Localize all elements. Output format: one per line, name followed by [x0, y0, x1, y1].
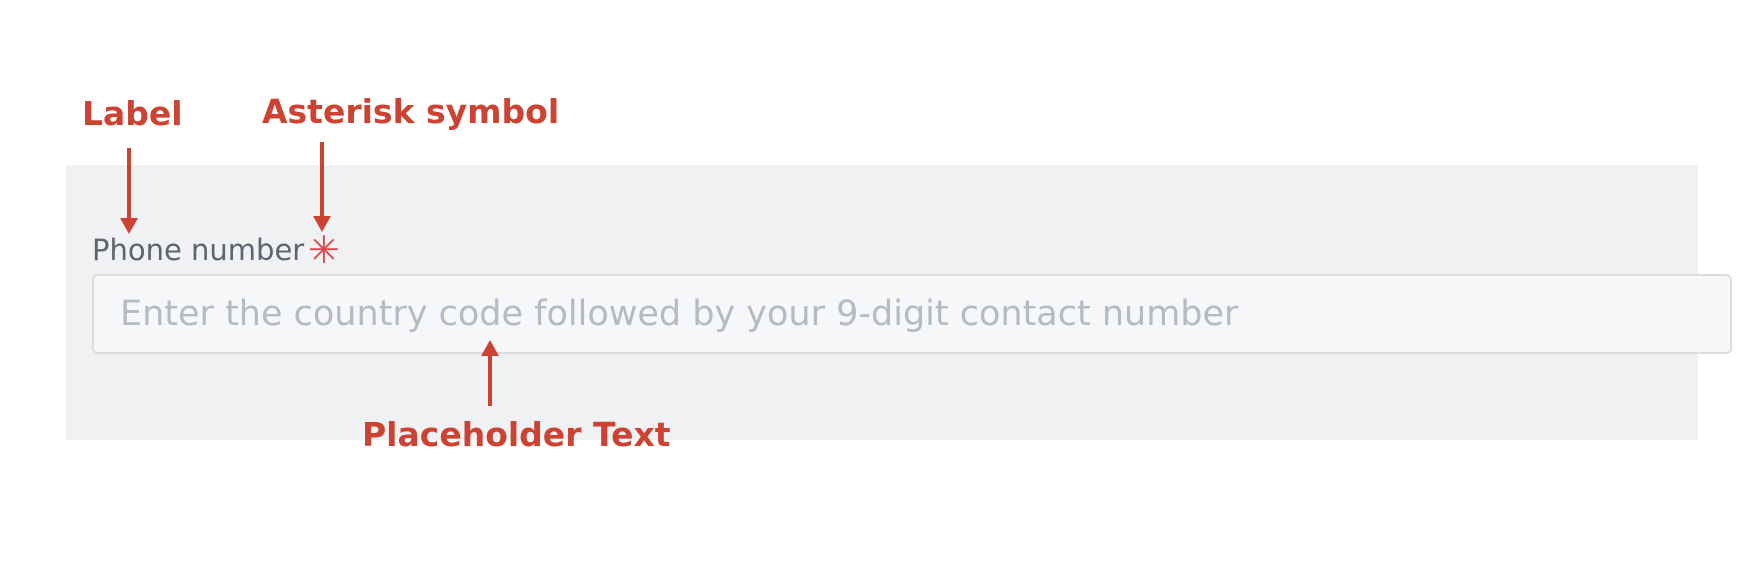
phone-number-input[interactable]	[92, 274, 1732, 354]
annotation-asterisk-symbol: Asterisk symbol	[262, 92, 560, 131]
arrow-up-icon	[481, 340, 499, 406]
phone-number-label: Phone number	[92, 233, 305, 267]
arrow-down-icon	[120, 148, 138, 234]
annotation-placeholder-text: Placeholder Text	[362, 415, 671, 454]
annotation-label: Label	[82, 94, 183, 133]
arrow-down-icon	[313, 142, 331, 232]
required-asterisk-icon: ✳	[308, 228, 340, 272]
